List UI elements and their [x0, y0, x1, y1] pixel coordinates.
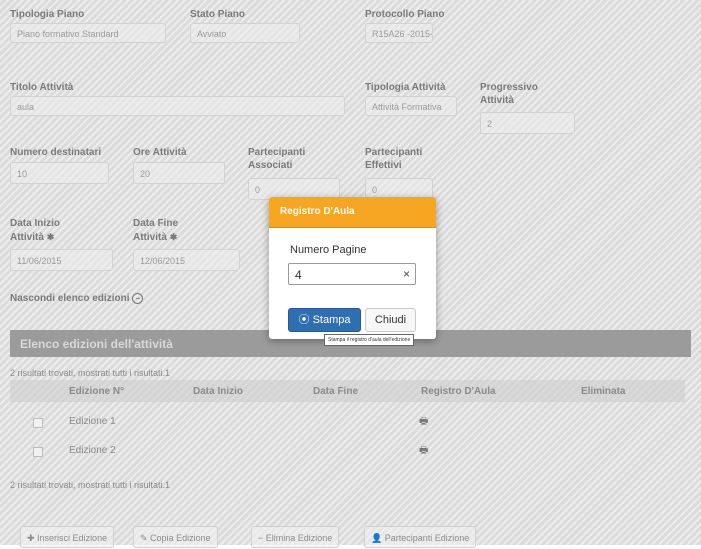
- table-row-edizione[interactable]: Edizione 2: [69, 445, 116, 456]
- row-checkbox[interactable]: [33, 418, 43, 428]
- titolo-attivita-field: aula: [10, 96, 345, 116]
- tipologia-attivita-field: Attività Formativa: [365, 96, 457, 116]
- tipologia-attivita-label: Tipologia Attività: [365, 82, 446, 93]
- collapse-circle-icon: −: [132, 293, 144, 304]
- print-icon[interactable]: 🖶: [419, 414, 428, 431]
- results-count-bottom: 2 risultati trovati, mostrati tutti i ri…: [10, 480, 171, 490]
- tipologia-piano-label: Tipologia Piano: [10, 9, 85, 20]
- print-icon[interactable]: 🖶: [419, 443, 428, 460]
- stampa-tooltip: Stampa il registro d'aula dell'edizione: [324, 334, 415, 346]
- modal-title: Registro D'Aula: [280, 206, 355, 217]
- data-inizio-label-1: Data Inizio: [10, 218, 61, 229]
- stampa-button[interactable]: ⦿ Stampa: [288, 308, 361, 332]
- partecipanti-label: Partecipanti Edizione: [384, 533, 470, 543]
- col-registro-header: Registro D'Aula: [421, 386, 496, 397]
- partecipanti-associati-label-1: Partecipanti: [248, 147, 306, 158]
- progressivo-label-2: Attività: [480, 95, 514, 106]
- col-data-inizio-header[interactable]: Data Inizio: [193, 386, 243, 397]
- minus-icon: −: [258, 533, 266, 543]
- data-inizio-field[interactable]: 11/06/2015: [10, 249, 113, 271]
- progressivo-field: 2: [480, 112, 575, 134]
- tipologia-piano-field: Piano formativo Standard: [10, 23, 166, 43]
- col-edizione-header[interactable]: Edizione N°: [69, 386, 124, 397]
- ore-attivita-field: 20: [133, 162, 225, 184]
- stato-piano-label: Stato Piano: [190, 9, 246, 20]
- modal-header: Registro D'Aula: [269, 197, 436, 228]
- protocollo-piano-label: Protocollo Piano: [365, 9, 445, 20]
- required-icon: ✱: [46, 232, 55, 242]
- ore-attivita-label: Ore Attività: [133, 147, 187, 158]
- pencil-icon: ✎: [140, 533, 151, 543]
- registro-modal: Registro D'Aula Numero Pagine 4 × ⦿ Stam…: [269, 197, 436, 339]
- table-row-edizione[interactable]: Edizione 1: [69, 416, 116, 427]
- partecipanti-effettivi-label-1: Partecipanti: [365, 147, 423, 158]
- stato-piano-field: Avviato: [190, 23, 300, 43]
- col-data-fine-header[interactable]: Data Fine: [313, 386, 358, 397]
- data-fine-field[interactable]: 12/06/2015: [133, 249, 240, 271]
- numero-destinatari-field: 10: [10, 162, 109, 184]
- panel-title: Elenco edizioni dell'attività: [20, 337, 173, 351]
- col-eliminata-header: Eliminata: [581, 386, 626, 397]
- titolo-attivita-label: Titolo Attività: [10, 82, 74, 93]
- stampa-label: Stampa: [312, 314, 351, 326]
- clear-icon[interactable]: ×: [403, 267, 410, 281]
- partecipanti-effettivi-label-2: Effettivi: [365, 160, 402, 171]
- chiudi-label: Chiudi: [374, 314, 407, 326]
- toggle-edizioni-link[interactable]: Nascondi elenco edizioni −: [10, 293, 144, 305]
- row-checkbox[interactable]: [33, 447, 43, 457]
- progressivo-label-1: Progressivo: [480, 82, 538, 93]
- data-inizio-label-text: Attività: [10, 232, 44, 243]
- inserisci-label: Inserisci Edizione: [37, 533, 108, 543]
- numero-pagine-value: 4: [295, 268, 302, 282]
- protocollo-piano-field: R15A26 -2015-000: [365, 23, 433, 43]
- print-circle-icon: ⦿: [298, 314, 313, 326]
- required-icon: ✱: [169, 232, 178, 242]
- data-fine-label-1: Data Fine: [133, 218, 179, 229]
- plus-icon: ✚: [27, 533, 38, 543]
- data-inizio-label-2: Attività ✱: [10, 231, 54, 244]
- data-fine-label-text: Attività: [133, 232, 167, 243]
- numero-pagine-label: Numero Pagine: [290, 244, 367, 256]
- partecipanti-associati-label-2: Associati: [248, 160, 293, 171]
- numero-pagine-input[interactable]: 4 ×: [288, 263, 416, 285]
- data-fine-label-2: Attività ✱: [133, 231, 177, 244]
- chiudi-button[interactable]: Chiudi: [365, 308, 416, 332]
- elimina-label: Elimina Edizione: [265, 533, 333, 543]
- results-count-top: 2 risultati trovati, mostrati tutti i ri…: [10, 368, 171, 378]
- numero-destinatari-label: Numero destinatari: [10, 147, 102, 158]
- user-icon: 👤: [371, 533, 385, 543]
- toggle-edizioni-label: Nascondi elenco edizioni: [10, 293, 130, 305]
- copia-label: Copia Edizione: [150, 533, 211, 543]
